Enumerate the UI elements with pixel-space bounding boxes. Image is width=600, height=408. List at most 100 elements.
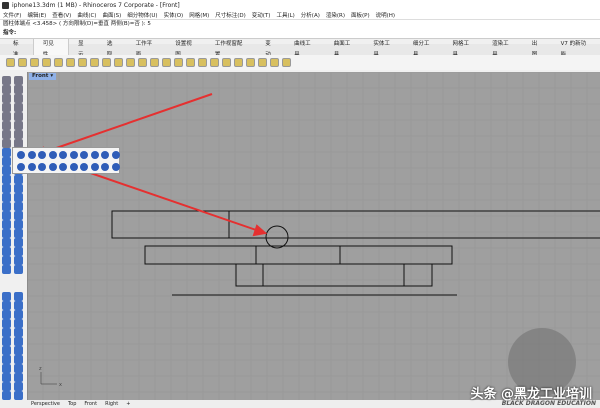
visibility-tool-icon[interactable] <box>186 58 195 67</box>
visibility-tool-icon[interactable] <box>222 58 231 67</box>
solid-tool-icon[interactable] <box>90 151 99 159</box>
tool-icon[interactable] <box>2 202 11 211</box>
solid-tool-icon[interactable] <box>90 163 99 171</box>
tool-icon[interactable] <box>2 319 11 328</box>
tool-icon[interactable] <box>2 382 11 391</box>
tool-icon[interactable] <box>2 256 11 265</box>
tool-icon[interactable] <box>14 202 23 211</box>
solid-tool-icon[interactable] <box>27 163 36 171</box>
tool-icon[interactable] <box>2 310 11 319</box>
tool-icon[interactable] <box>2 76 11 85</box>
tool-icon[interactable] <box>14 292 23 301</box>
solid-tool-icon[interactable] <box>69 163 78 171</box>
visibility-tool-icon[interactable] <box>78 58 87 67</box>
tool-icon[interactable] <box>14 211 23 220</box>
solid-tool-icon[interactable] <box>17 163 25 171</box>
visibility-tool-icon[interactable] <box>270 58 279 67</box>
front-viewport[interactable]: z x <box>27 72 600 400</box>
solid-tool-icon[interactable] <box>69 151 78 159</box>
solid-tool-icon[interactable] <box>101 163 109 171</box>
menu-item[interactable]: 尺寸标注(D) <box>215 11 246 19</box>
visibility-tool-icon[interactable] <box>18 58 27 67</box>
menu-item[interactable]: 网格(M) <box>189 11 209 19</box>
tool-icon[interactable] <box>14 265 23 274</box>
tool-icon[interactable] <box>2 148 11 157</box>
solid-tool-icon[interactable] <box>59 163 67 171</box>
visibility-tool-icon[interactable] <box>162 58 171 67</box>
tool-icon[interactable] <box>14 103 23 112</box>
solid-tool-icon[interactable] <box>101 151 109 159</box>
tool-icon[interactable] <box>2 346 11 355</box>
menu-item[interactable]: 分析(A) <box>301 11 320 19</box>
menu-item[interactable]: 实体(O) <box>164 11 184 19</box>
tool-icon[interactable] <box>2 391 11 400</box>
viewport-tab[interactable]: Top <box>68 401 76 407</box>
menu-item[interactable]: 曲面(S) <box>102 11 121 19</box>
visibility-tool-icon[interactable] <box>30 58 39 67</box>
tool-icon[interactable] <box>14 355 23 364</box>
menu-item[interactable]: 工具(L) <box>276 11 294 19</box>
menu-item[interactable]: 查看(V) <box>52 11 71 19</box>
visibility-tool-icon[interactable] <box>246 58 255 67</box>
tool-icon[interactable] <box>2 166 11 175</box>
tool-icon[interactable] <box>2 184 11 193</box>
visibility-tool-icon[interactable] <box>114 58 123 67</box>
visibility-tool-icon[interactable] <box>126 58 135 67</box>
tool-icon[interactable] <box>2 139 11 148</box>
tool-icon[interactable] <box>2 247 11 256</box>
visibility-tool-icon[interactable] <box>6 58 15 67</box>
visibility-tool-icon[interactable] <box>282 58 291 67</box>
tool-icon[interactable] <box>14 193 23 202</box>
visibility-tool-icon[interactable] <box>54 58 63 67</box>
tool-icon[interactable] <box>14 85 23 94</box>
menu-item[interactable]: 面板(P) <box>351 11 370 19</box>
solid-tool-icon[interactable] <box>48 163 57 171</box>
tool-icon[interactable] <box>14 229 23 238</box>
menu-item[interactable]: 渲染(R) <box>326 11 345 19</box>
tool-icon[interactable] <box>14 301 23 310</box>
menu-item[interactable]: 文件(F) <box>3 11 21 19</box>
tool-icon[interactable] <box>2 355 11 364</box>
solid-tool-icon[interactable] <box>111 151 120 159</box>
tool-icon[interactable] <box>2 103 11 112</box>
tool-icon[interactable] <box>2 328 11 337</box>
menu-item[interactable]: 细分物体(U) <box>127 11 157 19</box>
tool-icon[interactable] <box>14 337 23 346</box>
add-viewport-icon[interactable]: + <box>126 401 130 407</box>
visibility-tool-icon[interactable] <box>258 58 267 67</box>
solid-tool-icon[interactable] <box>17 151 25 159</box>
tool-icon[interactable] <box>14 112 23 121</box>
menu-item[interactable]: 曲线(C) <box>77 11 96 19</box>
command-prompt[interactable]: 指令: <box>0 29 600 39</box>
tool-icon[interactable] <box>14 76 23 85</box>
visibility-tool-icon[interactable] <box>42 58 51 67</box>
tool-icon[interactable] <box>14 175 23 184</box>
tool-icon[interactable] <box>2 175 11 184</box>
visibility-tool-icon[interactable] <box>90 58 99 67</box>
tool-icon[interactable] <box>2 85 11 94</box>
tool-icon[interactable] <box>14 319 23 328</box>
viewport-title-tab[interactable]: Front ▾ <box>29 73 57 80</box>
tool-icon[interactable] <box>2 337 11 346</box>
tool-icon[interactable] <box>2 301 11 310</box>
solid-tool-icon[interactable] <box>80 163 88 171</box>
solid-tool-icon[interactable] <box>111 163 120 171</box>
solid-tool-icon[interactable] <box>80 151 88 159</box>
tool-icon[interactable] <box>2 157 11 166</box>
tool-icon[interactable] <box>14 184 23 193</box>
tool-icon[interactable] <box>2 364 11 373</box>
tool-icon[interactable] <box>14 130 23 139</box>
tool-icon[interactable] <box>2 193 11 202</box>
solid-tool-icon[interactable] <box>48 151 57 159</box>
tool-icon[interactable] <box>14 346 23 355</box>
solid-tool-icon[interactable] <box>38 163 46 171</box>
tool-icon[interactable] <box>2 229 11 238</box>
visibility-tool-icon[interactable] <box>138 58 147 67</box>
tool-icon[interactable] <box>2 121 11 130</box>
tool-icon[interactable] <box>2 112 11 121</box>
menu-item[interactable]: 说明(H) <box>376 11 395 19</box>
visibility-tool-icon[interactable] <box>210 58 219 67</box>
tool-icon[interactable] <box>14 310 23 319</box>
visibility-tool-icon[interactable] <box>234 58 243 67</box>
tool-icon[interactable] <box>14 382 23 391</box>
